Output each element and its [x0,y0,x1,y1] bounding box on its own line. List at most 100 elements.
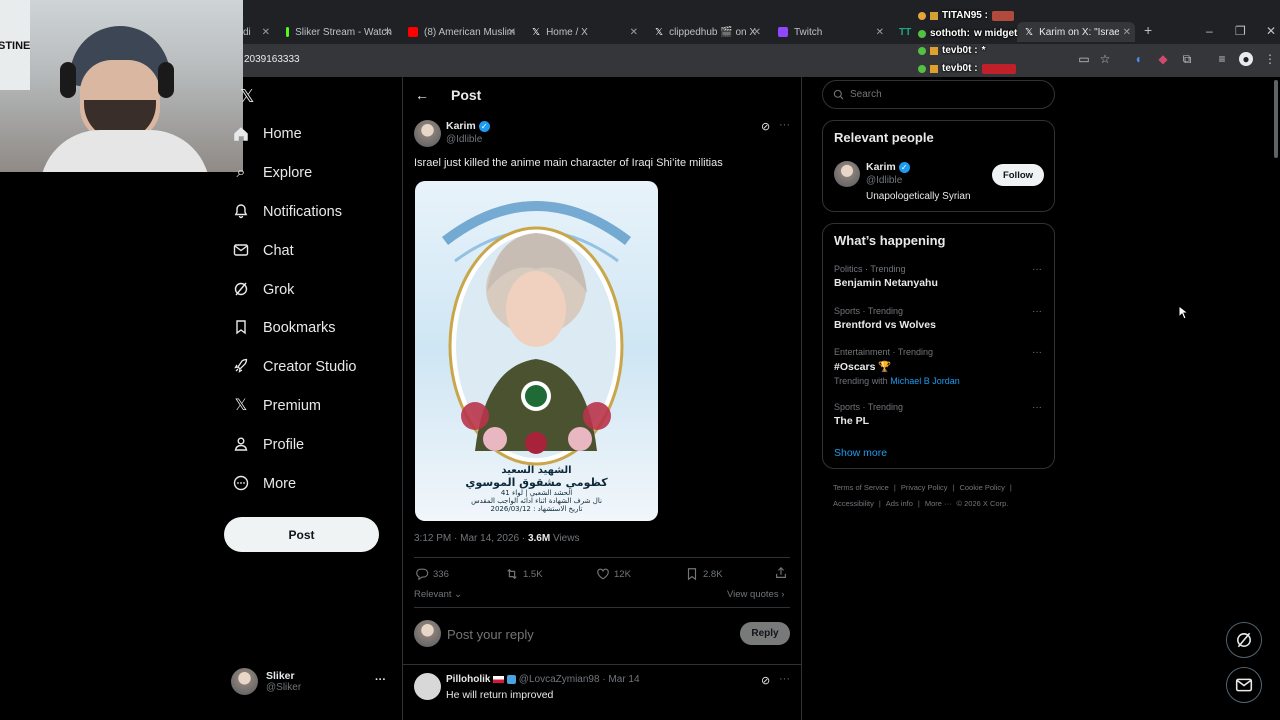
restore-icon[interactable]: ❐ [1235,24,1246,38]
browser-tab[interactable]: Sliker Stream - Watch ✕ [286,22,392,42]
bookmark-count[interactable]: 2.8K [685,567,723,581]
nav-more[interactable]: More [232,473,296,495]
reply-author-handle[interactable]: @LovcaZymian98 [519,674,600,685]
media-icon[interactable]: ≡ [1215,52,1229,66]
reply-input[interactable] [447,624,687,644]
tab-label: clippedhub 🎬 on X [669,26,757,38]
nav-explore[interactable]: ⌕ Explore [232,162,313,184]
twitch-favicon-icon [778,27,788,37]
author-handle[interactable]: @Idlible [446,134,482,145]
post-more-icon[interactable]: ··· [779,119,790,131]
extension-icon[interactable]: ◖ [1131,52,1145,66]
grok-icon[interactable]: ⊘ [761,120,770,133]
nav-premium[interactable]: 𝕏 Premium [232,395,321,417]
person-handle[interactable]: @Idlible [866,175,902,186]
minimize-icon[interactable]: – [1206,24,1213,38]
grok-icon[interactable]: ⊘ [761,674,770,687]
emote-icon [981,63,1016,74]
new-tab-button[interactable]: + [1144,22,1152,38]
person-name: Karim [866,161,896,173]
footer-link-ads-info[interactable]: Ads info [886,499,913,508]
tab-close-icon[interactable]: ✕ [262,27,270,38]
author-name-row[interactable]: Karim ✓ [446,120,490,132]
person-name-row[interactable]: Karim ✓ [866,161,910,173]
heart-icon [597,568,609,580]
url-text[interactable]: 2039163333 [244,54,300,65]
messages-float-button[interactable] [1226,667,1262,703]
account-more-icon[interactable]: ··· [375,674,386,686]
browser-tab[interactable]: (8) American Muslim ✕ [408,22,516,42]
account-switcher[interactable]: Sliker @Sliker [231,668,301,695]
repost-count[interactable]: 1.5K [505,567,543,581]
view-quotes-link[interactable]: View quotes › [727,589,784,600]
nav-notifications[interactable]: Notifications [232,201,342,223]
trend-item[interactable]: Sports · Trending Brentford vs Wolves [834,306,1044,331]
chat-user: tevb0t : [942,63,978,74]
footer-link-more[interactable]: More ··· [925,499,952,508]
reply-button[interactable]: Reply [740,622,790,645]
scrollbar-thumb[interactable] [1274,80,1278,158]
trend-more-icon[interactable]: ··· [1032,347,1042,358]
kebab-menu-icon[interactable]: ⋮ [1263,52,1277,66]
browser-tab-active[interactable]: 𝕏 Karim on X: "Israel ju ✕ [1017,22,1135,42]
trend-more-icon[interactable]: ··· [1032,306,1042,317]
nav-label: Home [263,126,302,142]
back-arrow-icon[interactable]: ← [415,87,429,103]
nav-chat[interactable]: Chat [232,240,294,262]
trend-context-link[interactable]: Michael B Jordan [890,376,960,386]
trend-category: Sports · Trending [834,402,904,412]
sort-dropdown[interactable]: Relevant ⌄ [414,589,462,600]
search-input[interactable] [850,89,1040,100]
reply-author-name[interactable]: Pilloholik [446,674,490,685]
star-icon[interactable]: ☆ [1098,52,1112,66]
tab-close-icon[interactable]: ✕ [753,27,761,38]
search-box[interactable] [822,80,1055,109]
trend-more-icon[interactable]: ··· [1032,402,1042,413]
footer-link-terms[interactable]: Terms of Service [833,483,889,492]
footer-link-cookies[interactable]: Cookie Policy [959,483,1004,492]
window-close-icon[interactable]: ✕ [1266,24,1276,38]
tab-close-icon[interactable]: ✕ [876,27,884,38]
trend-item[interactable]: Sports · Trending The PL [834,402,1044,427]
browser-tab[interactable]: 𝕏 clippedhub 🎬 on X ✕ [655,22,761,42]
x-logo-icon[interactable]: 𝕏 [240,86,255,107]
nav-bookmarks[interactable]: Bookmarks [232,317,336,339]
tab-close-icon[interactable]: ✕ [384,27,392,38]
profile-icon[interactable]: ● [1239,52,1253,66]
nav-creator-studio[interactable]: Creator Studio [232,356,357,378]
tab-close-icon[interactable]: ✕ [508,27,516,38]
chat-message: sothoth: w midget [918,28,1017,39]
tab-close-icon[interactable]: ✕ [1123,27,1131,38]
like-count[interactable]: 12K [596,567,631,581]
show-more-link[interactable]: Show more [834,447,887,459]
puzzle-icon[interactable]: ⧉ [1180,52,1194,66]
grok-float-button[interactable] [1226,622,1262,658]
post-image[interactable]: الشهيد السعيد كظومي مشقوق الموسوي الحشد … [415,181,658,521]
browser-tab[interactable]: 𝕏 Home / X ✕ [532,22,638,42]
page-title: Post [451,87,482,103]
share-icon[interactable] [774,566,788,583]
reply-count[interactable]: 336 [415,567,449,581]
tab-close-icon[interactable]: ✕ [630,27,638,38]
post-button[interactable]: Post [224,517,379,552]
person-avatar[interactable] [834,161,860,187]
footer-link-accessibility[interactable]: Accessibility [833,499,874,508]
extension-icon[interactable]: ◆ [1156,52,1170,66]
author-avatar[interactable] [414,120,441,147]
reply-author-avatar[interactable] [414,673,441,700]
nav-grok[interactable]: Grok [232,279,294,301]
post-timestamp[interactable]: 3:12 PM · Mar 14, 2026 · [414,533,525,544]
cast-icon[interactable]: ▭ [1077,52,1091,66]
browser-tab[interactable]: Twitch ✕ [778,22,884,42]
follow-button[interactable]: Follow [992,164,1044,186]
footer-link-privacy[interactable]: Privacy Policy [901,483,948,492]
reply-more-icon[interactable]: ··· [779,673,790,685]
trend-category: Entertainment · Trending [834,347,934,357]
trend-more-icon[interactable]: ··· [1032,264,1042,275]
poster-caption-line: الحشد الشعبي | لواء 41 [500,489,573,497]
rocket-icon [232,358,250,376]
trend-item[interactable]: Entertainment · Trending #Oscars 🏆 Trend… [834,347,1044,386]
trend-item[interactable]: Politics · Trending Benjamin Netanyahu [834,264,1044,289]
nav-profile[interactable]: Profile [232,434,304,456]
browser-tab[interactable]: di ✕ [243,22,270,42]
